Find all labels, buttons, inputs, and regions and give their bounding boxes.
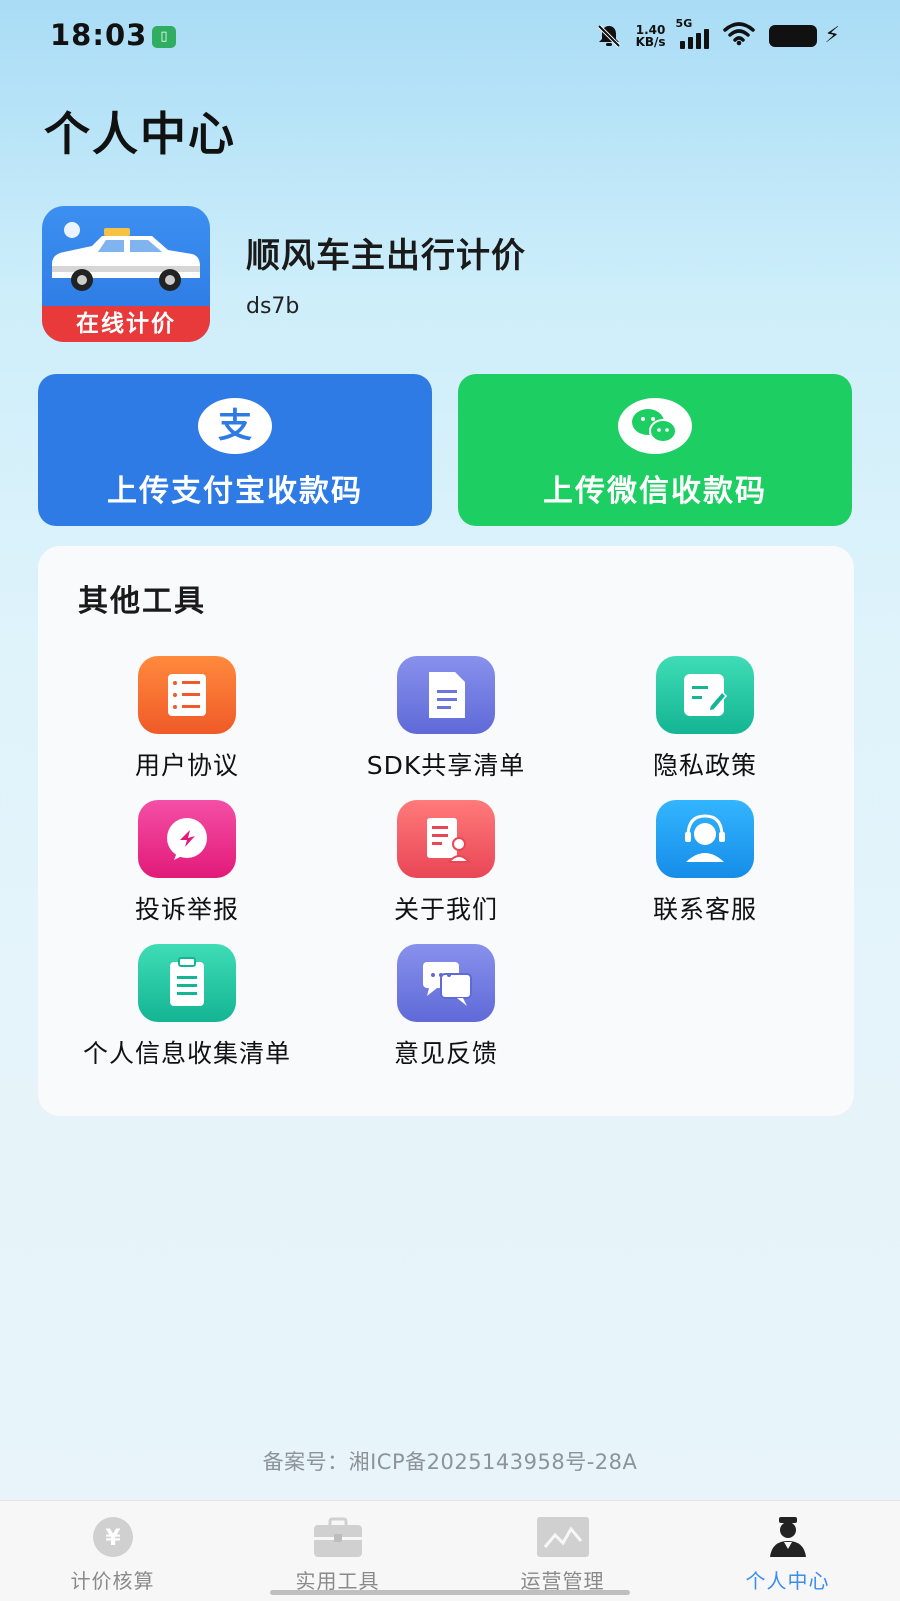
status-icons: 1.40 KB/s 5G ⚡ (596, 17, 840, 50)
tool-label: 关于我们 (393, 895, 498, 924)
tool-contact-service[interactable]: 联系客服 (570, 800, 840, 940)
tool-label: 个人信息收集清单 (82, 1039, 291, 1068)
tool-feedback[interactable]: 意见反馈 (311, 944, 581, 1084)
net-speed: 1.40 KB/s (636, 24, 666, 48)
document-icon (397, 656, 495, 734)
bottom-tab-bar: ¥ 计价核算 实用工具 运营管理 个人中心 (0, 1500, 900, 1601)
status-bar: 18:03 ▯ 1.40 KB/s 5G ⚡ (0, 0, 900, 76)
app-logo: 在线计价 (42, 206, 210, 342)
network-type: 5G (675, 17, 693, 30)
tool-personal-info-list[interactable]: 个人信息收集清单 (52, 944, 322, 1084)
tool-label: 隐私政策 (652, 751, 757, 780)
page-title: 个人中心 (44, 107, 236, 161)
upload-wechat-button[interactable]: 上传微信收款码 (458, 374, 852, 526)
battery-icon (768, 25, 817, 47)
tool-label: 投诉举报 (134, 895, 239, 924)
tool-about-us[interactable]: 关于我们 (311, 800, 581, 940)
charging-icon: ⚡ (824, 23, 840, 48)
edit-note-icon (656, 656, 754, 734)
tool-user-agreement[interactable]: 用户协议 (52, 656, 322, 796)
chart-icon (536, 1515, 589, 1559)
toolbox-icon (312, 1515, 364, 1559)
net-speed-unit: KB/s (635, 35, 666, 49)
tab-tools[interactable]: 实用工具 (225, 1501, 450, 1601)
app-name: 顺风车主出行计价 (246, 236, 526, 276)
tool-sdk-list[interactable]: SDK共享清单 (311, 656, 581, 796)
home-indicator (270, 1590, 630, 1595)
tool-complaint[interactable]: 投诉举报 (52, 800, 322, 940)
tools-title: 其他工具 (78, 584, 206, 619)
headset-icon (656, 800, 754, 878)
upload-alipay-button[interactable]: 支 上传支付宝收款码 (38, 374, 432, 526)
wechat-icon (618, 398, 692, 454)
upload-alipay-label: 上传支付宝收款码 (107, 474, 363, 509)
logo-banner: 在线计价 (42, 306, 210, 342)
tab-personal-center[interactable]: 个人中心 (675, 1501, 900, 1601)
clipboard-icon (138, 944, 236, 1022)
tool-privacy-policy[interactable]: 隐私政策 (570, 656, 840, 796)
tab-label: 计价核算 (70, 1569, 155, 1593)
notebook-icon (138, 656, 236, 734)
tool-label: 用户协议 (134, 751, 239, 780)
signal-icon: 5G (676, 17, 709, 49)
icp-record: 备案号：湘ICP备2025143958号-28A (262, 1450, 638, 1474)
tab-pricing[interactable]: ¥ 计价核算 (0, 1501, 225, 1601)
tab-operations[interactable]: 运营管理 (450, 1501, 675, 1601)
taxi-car-icon (52, 222, 200, 291)
tool-label: 意见反馈 (393, 1039, 498, 1068)
about-card-icon (397, 800, 495, 878)
tab-label: 个人中心 (745, 1569, 830, 1593)
alipay-icon: 支 (198, 398, 272, 454)
complaint-icon (138, 800, 236, 878)
status-time: 18:03 (50, 18, 148, 52)
bell-off-icon (596, 23, 622, 49)
chat-bubbles-icon (397, 944, 495, 1022)
tool-label: 联系客服 (652, 895, 757, 924)
driver-person-icon (762, 1515, 814, 1559)
svg-text:¥: ¥ (105, 1526, 121, 1551)
yuan-coin-icon: ¥ (87, 1515, 139, 1559)
other-tools-card: 其他工具 用户协议 SDK共享清单 隐私政策 投诉举报 关于我们 联系客服 个人… (38, 546, 854, 1116)
upload-wechat-label: 上传微信收款码 (543, 474, 767, 509)
wifi-icon (722, 22, 755, 50)
sim-card-icon: ▯ (152, 26, 176, 48)
tool-label: SDK共享清单 (366, 751, 526, 780)
app-code: ds7b (246, 294, 300, 319)
